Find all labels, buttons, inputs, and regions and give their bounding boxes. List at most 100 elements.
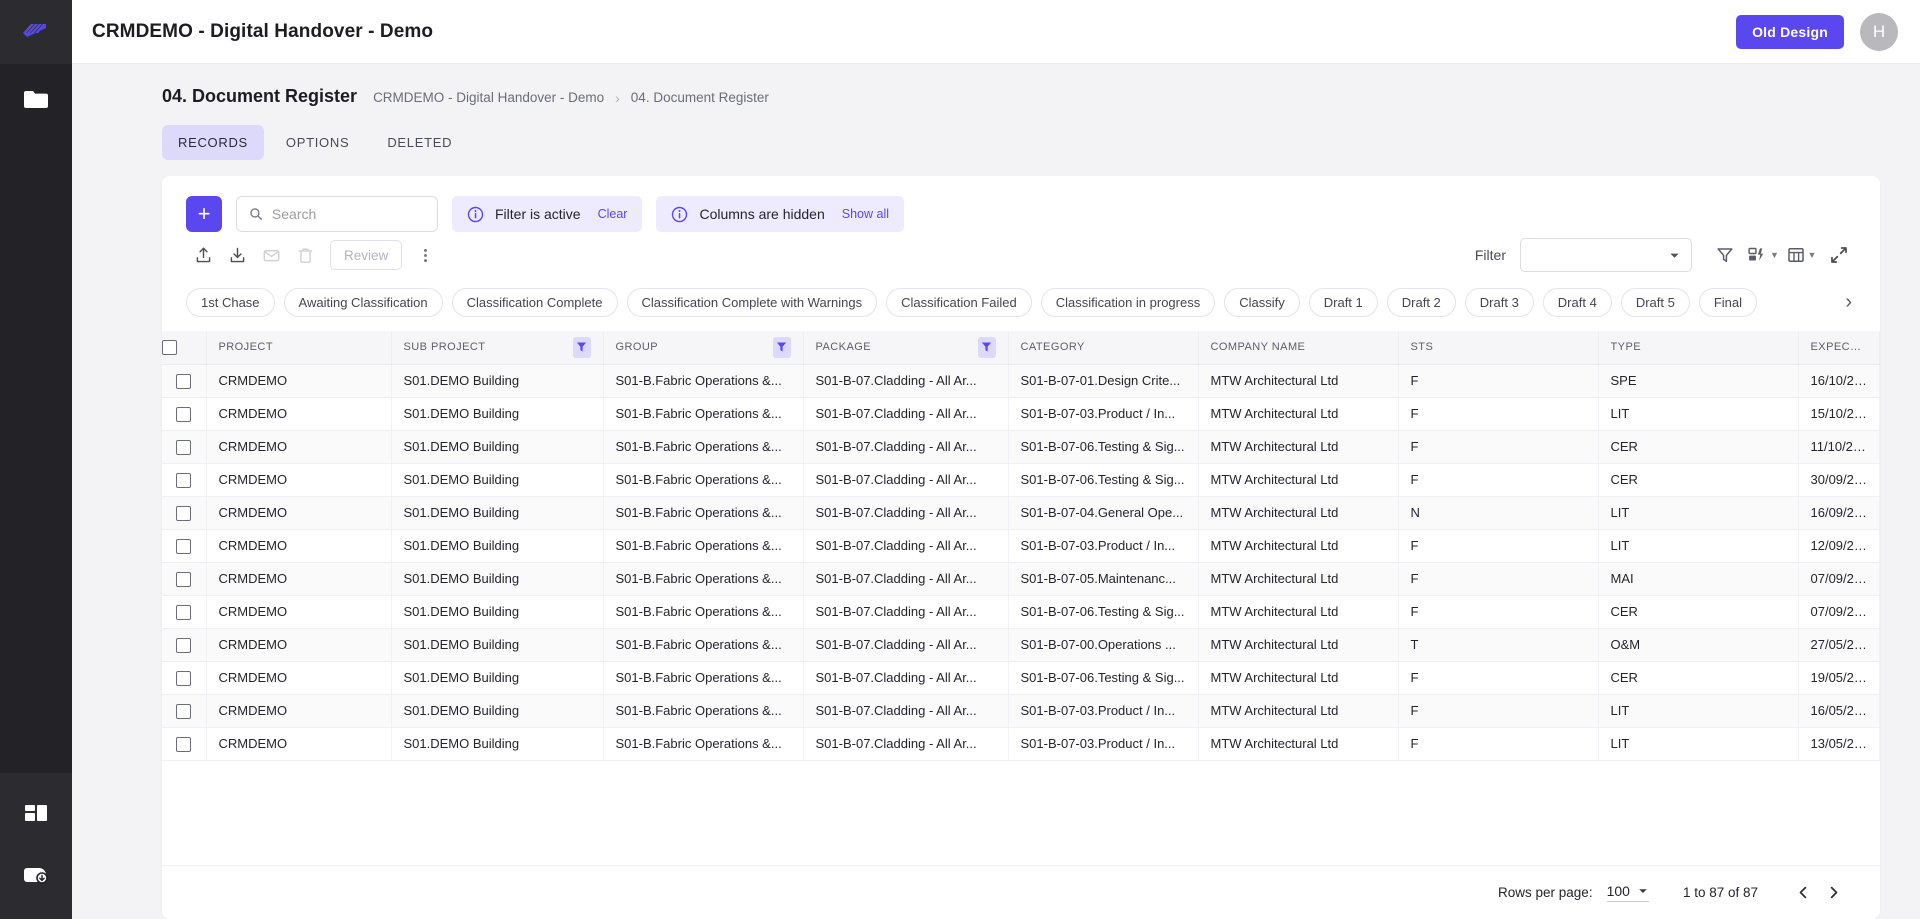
column-filter-icon[interactable] (572, 336, 591, 358)
tab-deleted[interactable]: DELETED (371, 125, 468, 160)
search-input[interactable] (271, 206, 425, 222)
cell-company: MTW Architectural Ltd (1198, 529, 1399, 563)
sidebar-item-folder[interactable] (12, 78, 60, 122)
col-header-project[interactable]: PROJECT (206, 331, 392, 365)
delete-button[interactable] (288, 238, 322, 272)
table-row[interactable]: CRMDEMO S01.DEMO Building S01-B.Fabric Ope… (162, 463, 1880, 497)
cell-group: S01-B.Fabric Operations &... (603, 661, 804, 695)
fullscreen-button[interactable] (1822, 238, 1856, 272)
row-checkbox[interactable] (176, 703, 192, 719)
app-logo[interactable] (0, 0, 72, 64)
col-header-sts[interactable]: STS (1398, 331, 1599, 365)
row-select-cell (162, 529, 207, 563)
row-checkbox[interactable] (176, 373, 192, 389)
col-header-group[interactable]: GROUP (603, 331, 804, 365)
table-row[interactable]: CRMDEMO S01.DEMO Building S01-B.Fabric Ope… (162, 661, 1880, 695)
cell-type: LIT (1598, 529, 1799, 563)
review-button[interactable]: Review (330, 240, 403, 270)
col-header-type[interactable]: TYPE (1598, 331, 1799, 365)
row-checkbox[interactable] (176, 637, 192, 653)
quick-actions-button[interactable]: ▼ (1746, 238, 1780, 272)
old-design-button[interactable]: Old Design (1736, 14, 1844, 49)
status-chip-5[interactable]: Classification in progress (1040, 288, 1216, 317)
more-actions-button[interactable] (408, 238, 442, 272)
status-chip-3[interactable]: Classification Complete with Warnings (626, 288, 878, 317)
column-settings-button[interactable]: ▼ (1784, 238, 1818, 272)
status-chip-0[interactable]: 1st Chase (186, 288, 275, 317)
table-row[interactable]: CRMDEMO S01.DEMO Building S01-B.Fabric Ope… (162, 694, 1880, 728)
breadcrumb-item-0[interactable]: CRMDEMO - Digital Handover - Demo (373, 90, 604, 105)
clear-filter-link[interactable]: Clear (598, 207, 628, 221)
columns-hidden-text: Columns are hidden (699, 206, 825, 222)
status-chip-6[interactable]: Classify (1224, 288, 1300, 317)
cell-sts: F (1398, 529, 1599, 563)
table-row[interactable]: CRMDEMO S01.DEMO Building S01-B.Fabric Ope… (162, 364, 1880, 398)
table-row[interactable]: CRMDEMO S01.DEMO Building S01-B.Fabric Ope… (162, 727, 1880, 761)
cell-type: CER (1598, 661, 1799, 695)
select-all-checkbox[interactable] (162, 339, 177, 355)
download-button[interactable] (220, 238, 254, 272)
tab-options[interactable]: OPTIONS (270, 125, 365, 160)
row-checkbox[interactable] (176, 571, 192, 587)
columns-hidden-chip: Columns are hidden Show all (656, 196, 904, 232)
table-row[interactable]: CRMDEMO S01.DEMO Building S01-B.Fabric Ope… (162, 496, 1880, 530)
status-chip-8[interactable]: Draft 2 (1386, 288, 1456, 317)
col-header-package[interactable]: PACKAGE (803, 331, 1009, 365)
table-row[interactable]: CRMDEMO S01.DEMO Building S01-B.Fabric Ope… (162, 529, 1880, 563)
table-row[interactable]: CRMDEMO S01.DEMO Building S01-B.Fabric Ope… (162, 562, 1880, 596)
tab-records[interactable]: RECORDS (162, 125, 264, 160)
cell-sts: F (1398, 562, 1599, 596)
status-chip-2[interactable]: Classification Complete (451, 288, 618, 317)
avatar[interactable]: H (1860, 12, 1898, 51)
table-row[interactable]: CRMDEMO S01.DEMO Building S01-B.Fabric Ope… (162, 397, 1880, 431)
add-record-button[interactable]: + (186, 196, 222, 232)
col-header-company-name[interactable]: COMPANY NAME (1198, 331, 1399, 365)
records-table-scroll[interactable]: PROJECT SUB PROJECT GROUP PACKAGE CATEGO… (162, 331, 1880, 865)
col-header-category[interactable]: CATEGORY (1008, 331, 1199, 365)
table-row[interactable]: CRMDEMO S01.DEMO Building S01-B.Fabric Ope… (162, 628, 1880, 662)
card-toolbar: + Filter is active Clear (162, 176, 1880, 232)
email-button[interactable] (254, 238, 288, 272)
status-chip-11[interactable]: Draft 5 (1620, 288, 1690, 317)
col-header-expected[interactable]: EXPECTED (1798, 331, 1880, 365)
cell-type: SPE (1598, 364, 1799, 398)
row-checkbox[interactable] (176, 406, 192, 422)
rows-per-page-select[interactable]: 100 (1606, 883, 1649, 902)
table-row[interactable]: CRMDEMO S01.DEMO Building S01-B.Fabric Ope… (162, 595, 1880, 629)
table-row[interactable]: CRMDEMO S01.DEMO Building S01-B.Fabric Ope… (162, 430, 1880, 464)
status-chip-row: 1st Chase Awaiting Classification Classi… (162, 272, 1880, 331)
chevron-right-icon[interactable]: › (1833, 291, 1860, 314)
sidebar-item-tags[interactable] (12, 853, 60, 897)
sidebar-item-dashboard[interactable] (12, 791, 60, 835)
status-chip-1[interactable]: Awaiting Classification (283, 288, 443, 317)
column-filter-icon[interactable] (977, 336, 996, 358)
filter-funnel-button[interactable] (1708, 238, 1742, 272)
cell-subproj: S01.DEMO Building (391, 463, 604, 497)
col-header-sub-project[interactable]: SUB PROJECT (391, 331, 604, 365)
cell-sts: F (1398, 661, 1599, 695)
row-checkbox[interactable] (176, 538, 192, 554)
upload-button[interactable] (186, 238, 220, 272)
show-all-columns-link[interactable]: Show all (842, 207, 889, 221)
previous-page-button[interactable] (1788, 878, 1818, 908)
status-chip-12[interactable]: Final (1698, 288, 1758, 317)
row-checkbox[interactable] (176, 439, 192, 455)
row-checkbox[interactable] (176, 736, 192, 752)
records-card: + Filter is active Clear (162, 176, 1880, 919)
status-chip-4[interactable]: Classification Failed (886, 288, 1032, 317)
column-filter-icon[interactable] (772, 336, 791, 358)
filter-select[interactable] (1520, 238, 1692, 272)
cell-package: S01-B-07.Cladding - All Ar... (803, 661, 1009, 695)
row-checkbox[interactable] (176, 505, 192, 521)
status-chip-7[interactable]: Draft 1 (1308, 288, 1378, 317)
row-checkbox[interactable] (176, 604, 192, 620)
status-chip-9[interactable]: Draft 3 (1464, 288, 1534, 317)
status-chip-10[interactable]: Draft 4 (1542, 288, 1612, 317)
search-box[interactable] (236, 196, 438, 232)
next-page-button[interactable] (1818, 878, 1848, 908)
breadcrumb-item-1[interactable]: 04. Document Register (631, 90, 769, 105)
cell-company: MTW Architectural Ltd (1198, 463, 1399, 497)
row-checkbox[interactable] (176, 670, 192, 686)
cell-category: S01-B-07-03.Product / In... (1008, 529, 1199, 563)
row-checkbox[interactable] (176, 472, 192, 488)
